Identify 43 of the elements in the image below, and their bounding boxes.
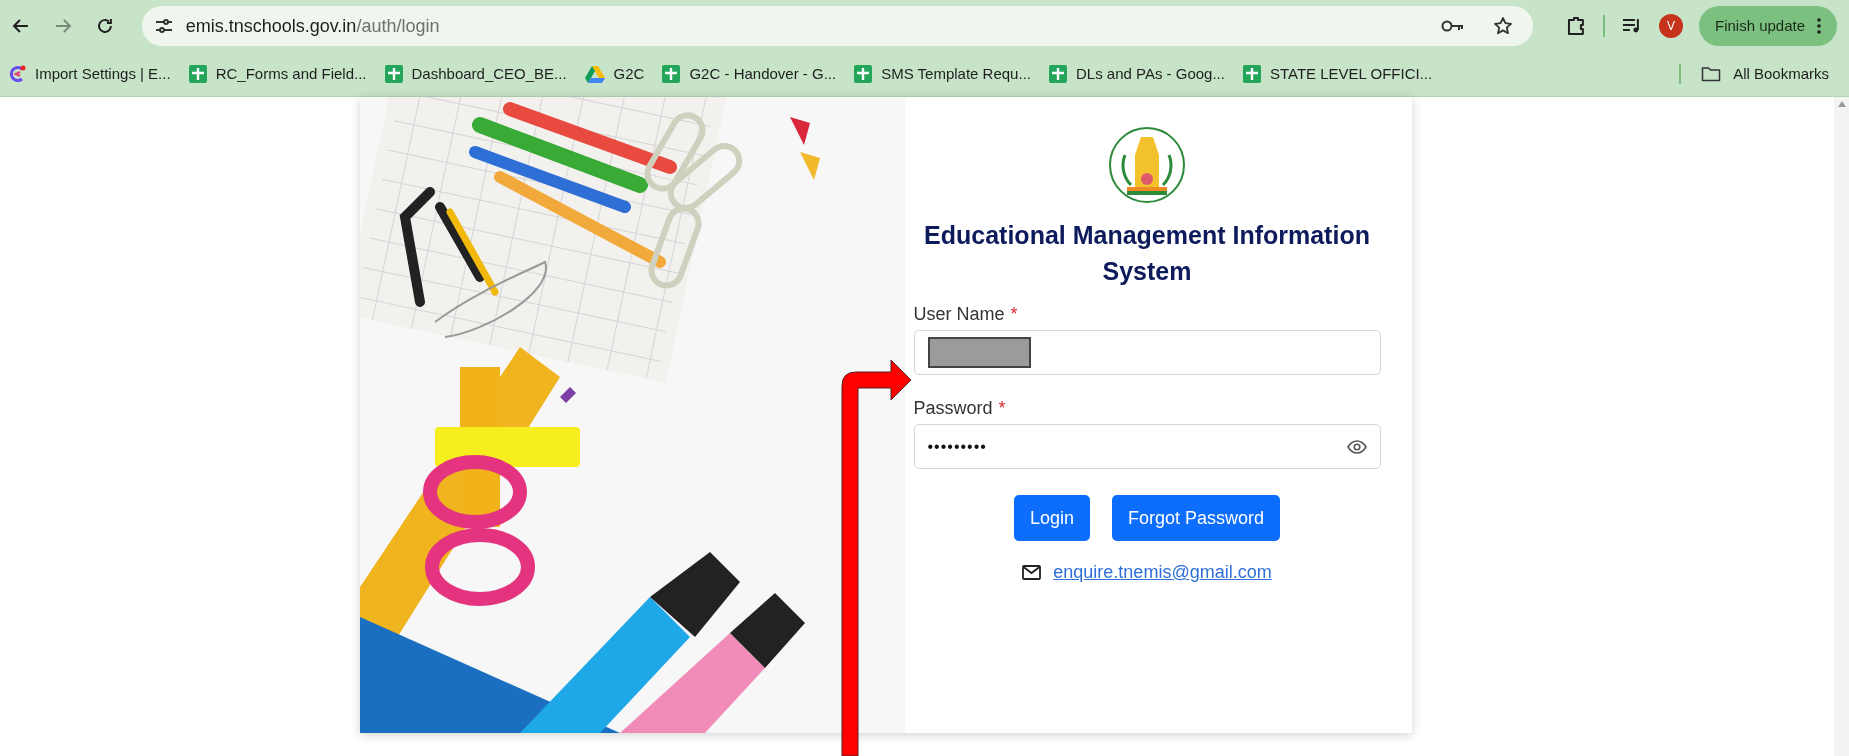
all-bookmarks-button[interactable]: All Bookmarks <box>1701 62 1829 86</box>
spreadsheet-icon <box>854 65 873 83</box>
username-field[interactable] <box>913 330 1381 375</box>
show-password-icon[interactable] <box>1346 439 1367 454</box>
bookmark[interactable]: STATE LEVEL OFFICI... <box>1242 62 1433 86</box>
drive-icon <box>584 65 605 83</box>
required-mark: * <box>1010 304 1018 324</box>
spreadsheet-icon <box>1242 65 1261 83</box>
forward-icon[interactable] <box>53 17 72 35</box>
bookmark[interactable]: G2C <box>584 62 645 86</box>
spreadsheet-icon <box>188 65 207 83</box>
scroll-up-icon[interactable] <box>1837 101 1846 107</box>
system-title: Educational Management Information System <box>923 220 1371 287</box>
field-label: User Name * <box>913 303 1018 326</box>
app-icon <box>8 65 26 83</box>
reload-icon[interactable] <box>95 17 114 35</box>
more-icon[interactable] <box>1817 18 1822 34</box>
address-bar[interactable]: emis.tnschools.gov.in/auth/login <box>141 6 1534 46</box>
bookmark[interactable]: RC_Forms and Field... <box>188 62 367 86</box>
bookmark[interactable]: DLs and PAs - Goog... <box>1048 62 1225 86</box>
scrollbar[interactable] <box>1834 97 1849 756</box>
profile-avatar[interactable]: V <box>1659 14 1683 38</box>
required-mark: * <box>998 398 1006 418</box>
email-link[interactable]: enquire.tnemis@gmail.com <box>1053 559 1272 586</box>
field-label: Password * <box>913 397 1006 420</box>
bookmark[interactable]: Dashboard_CEO_BE... <box>384 62 567 86</box>
mail-icon <box>1022 565 1042 580</box>
login-button[interactable]: Login <box>1013 495 1090 541</box>
key-icon[interactable] <box>1441 19 1466 33</box>
bookmark[interactable]: SMS Template Requ... <box>854 62 1031 86</box>
star-icon[interactable] <box>1493 16 1514 36</box>
spreadsheet-icon <box>662 65 681 83</box>
forgot-password-button[interactable]: Forgot Password <box>1112 495 1281 541</box>
bookmark[interactable]: Import Settings | E... <box>8 62 171 86</box>
site-settings-icon[interactable] <box>153 18 174 34</box>
url-text: emis.tnschools.gov.in/auth/login <box>185 14 440 38</box>
folder-icon <box>1701 66 1722 82</box>
bookmark[interactable]: G2C - Handover - G... <box>662 62 837 86</box>
spreadsheet-icon <box>1048 65 1067 83</box>
password-field[interactable]: ••••••••• <box>913 424 1381 469</box>
finish-update-button[interactable]: Finish update <box>1698 6 1838 46</box>
spreadsheet-icon <box>384 65 403 83</box>
back-icon[interactable] <box>12 17 30 35</box>
